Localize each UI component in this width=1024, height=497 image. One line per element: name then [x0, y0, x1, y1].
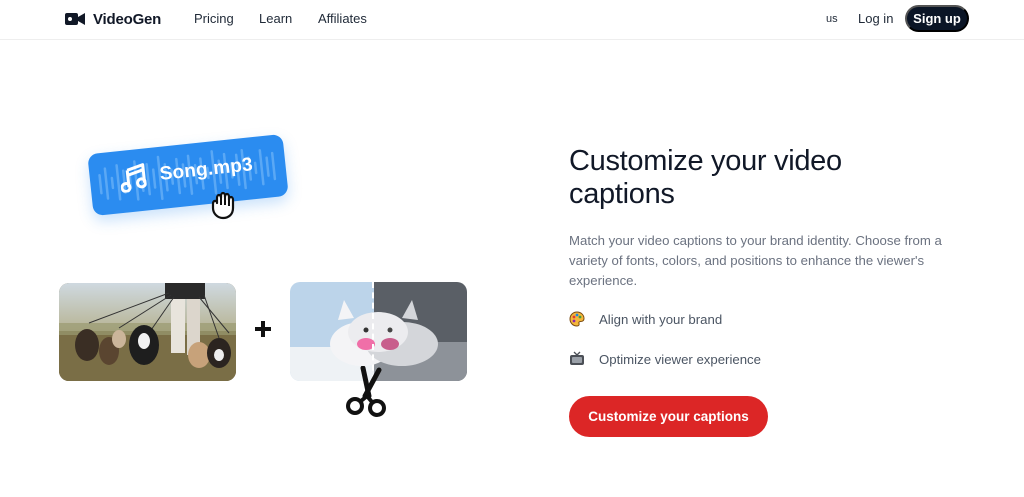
section-description: Match your video captions to your brand …	[569, 233, 942, 288]
song-file-card: Song.mp3	[87, 133, 289, 217]
customize-captions-button[interactable]: Customize your captions	[569, 396, 768, 437]
grab-hand-icon	[211, 191, 235, 220]
palette-icon	[569, 311, 585, 327]
feature-label: Optimize viewer experience	[599, 351, 761, 367]
brand-name: VideoGen	[93, 10, 162, 28]
nav-link-pricing[interactable]: Pricing	[194, 11, 234, 26]
nav-link-affiliates[interactable]: Affiliates	[318, 11, 367, 26]
brand-logo[interactable]: VideoGen	[65, 8, 161, 30]
nav-link-learn[interactable]: Learn	[259, 11, 292, 26]
feature-label: Align with your brand	[599, 311, 723, 327]
feature-viewer-experience: Optimize viewer experience	[569, 351, 761, 367]
signup-button[interactable]: Sign up	[905, 5, 969, 32]
music-note-icon	[120, 163, 148, 194]
section-headline: Customize your video captions	[569, 145, 842, 210]
top-navbar: VideoGen Pricing Learn Affiliates us Log…	[0, 0, 1024, 40]
feature-align-brand: Align with your brand	[569, 311, 722, 327]
plus-icon	[255, 321, 271, 337]
dogs-photo	[59, 283, 236, 381]
language-selector[interactable]: us	[826, 13, 838, 25]
login-link[interactable]: Log in	[858, 11, 893, 26]
tv-icon	[570, 351, 584, 365]
video-camera-icon	[65, 13, 85, 25]
scissors-icon	[346, 366, 386, 417]
